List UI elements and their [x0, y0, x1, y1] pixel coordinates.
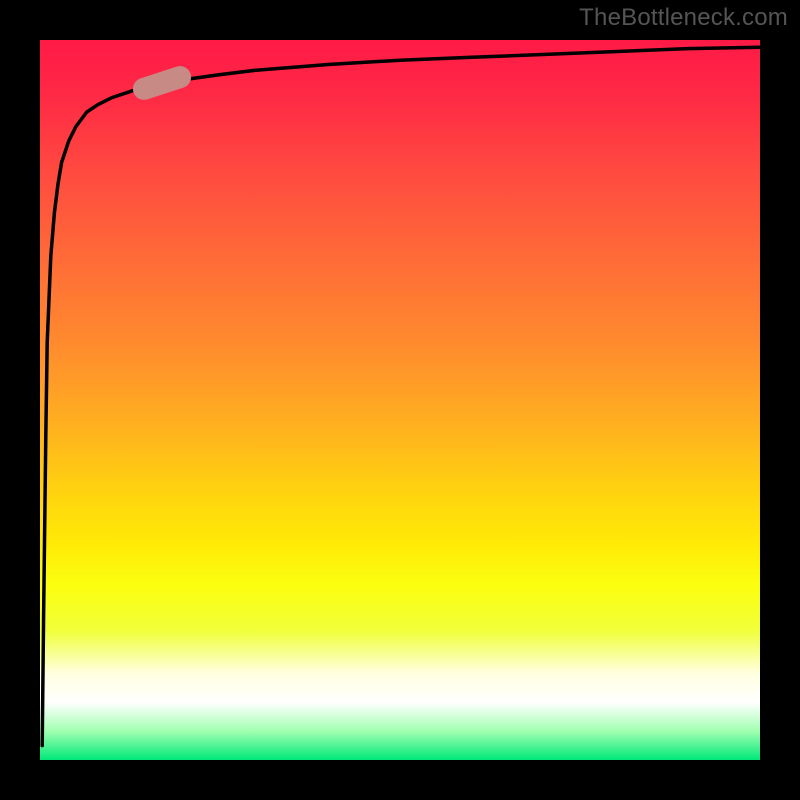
curve-layer — [40, 40, 760, 760]
chart-frame: TheBottleneck.com — [0, 0, 800, 800]
watermark-text: TheBottleneck.com — [579, 4, 788, 32]
plot-area — [40, 40, 760, 760]
curve-path — [42, 47, 760, 745]
